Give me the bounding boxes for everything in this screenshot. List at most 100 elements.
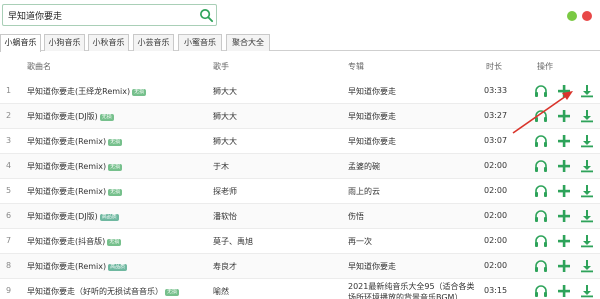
headphones-icon[interactable] [533,108,549,124]
download-icon[interactable] [579,208,595,224]
table-row[interactable]: 8 早知道你要走(Remix) 高品质 寿良才 早知道你要走 02:00 [0,254,600,279]
header-album[interactable]: 专辑 [348,61,364,72]
song-title[interactable]: 早知道你要走(Remix) 高品质 [27,261,128,272]
headphones-icon[interactable] [533,283,549,299]
song-title[interactable]: 早知道你要走（好听的无损试音音乐） 无损 [27,286,180,297]
quality-badge: 无损 [108,164,123,171]
header-duration[interactable]: 时长 [486,61,502,72]
headphones-icon[interactable] [533,133,549,149]
plus-icon[interactable] [556,108,572,124]
song-title-text: 早知道你要走(DJ版) [27,212,98,221]
table-row[interactable]: 4 早知道你要走(Remix) 无损 于木 孟婆的碗 02:00 [0,154,600,179]
headphones-icon[interactable] [533,233,549,249]
song-title-text: 早知道你要走（好听的无损试音音乐） [27,287,163,296]
duration: 03:07 [484,136,508,145]
plus-icon[interactable] [556,158,572,174]
minimize-button[interactable] [567,11,577,21]
plus-icon[interactable] [556,233,572,249]
artist-name[interactable]: 于木 [213,161,229,172]
album-name[interactable]: 伤悟 [348,211,364,222]
headphones-icon[interactable] [533,158,549,174]
row-actions [533,233,595,249]
table-row[interactable]: 9 早知道你要走（好听的无损试音音乐） 无损 喻然 2021最新纯音乐大全95（适合各类… [0,279,600,299]
artist-name[interactable]: 探老师 [213,186,237,197]
row-actions [533,283,595,299]
table-row[interactable]: 3 早知道你要走(Remix) 无损 狮大大 早知道你要走 03:07 [0,129,600,154]
row-number: 5 [6,186,12,195]
headphones-icon[interactable] [533,183,549,199]
duration: 02:00 [484,236,508,245]
table-row[interactable]: 7 早知道你要走(抖音版) 无损 莫子、禹旭 再一次 02:00 [0,229,600,254]
search-icon[interactable] [199,8,214,23]
table-row[interactable]: 5 早知道你要走(Remix) 无损 探老师 雨上的云 02:00 [0,179,600,204]
row-number: 8 [6,261,12,270]
song-list: 1 早知道你要走(王绎龙Remix) 无损 狮大大 早知道你要走 03:33 2 早知道你要走… [0,79,600,299]
close-button[interactable] [582,11,592,21]
tab-xiaomi[interactable]: 小蜜音乐 [178,34,222,51]
download-icon[interactable] [579,133,595,149]
table-row[interactable]: 2 早知道你要走(DJ版) 无损 狮大大 早知道你要走 03:27 [0,104,600,129]
song-title[interactable]: 早知道你要走(抖音版) 无损 [27,236,122,247]
source-tabs: 小蜗音乐 小狗音乐 小秋音乐 小芸音乐 小蜜音乐 聚合大全 [0,34,600,52]
headphones-icon[interactable] [533,258,549,274]
header-artist[interactable]: 歌手 [213,61,229,72]
artist-name[interactable]: 狮大大 [213,136,237,147]
song-title-text: 早知道你要走(DJ版) [27,112,98,121]
album-name[interactable]: 再一次 [348,236,372,247]
row-number: 3 [6,136,12,145]
search-input[interactable]: 早知道你要走 [2,4,217,26]
headphones-icon[interactable] [533,83,549,99]
tab-aggregate[interactable]: 聚合大全 [226,34,270,51]
artist-name[interactable]: 狮大大 [213,111,237,122]
plus-icon[interactable] [556,183,572,199]
download-icon[interactable] [579,108,595,124]
artist-name[interactable]: 莫子、禹旭 [213,236,253,247]
download-icon[interactable] [579,283,595,299]
download-icon[interactable] [579,233,595,249]
download-icon[interactable] [579,183,595,199]
tab-xiaoqiu[interactable]: 小秋音乐 [88,34,129,51]
song-title[interactable]: 早知道你要走(DJ版) 高品质 [27,211,119,222]
duration: 03:27 [484,111,508,120]
song-title[interactable]: 早知道你要走(王绎龙Remix) 无损 [27,86,147,97]
artist-name[interactable]: 狮大大 [213,86,237,97]
album-name[interactable]: 2021最新纯音乐大全95（适合各类场所环境播放的背景音乐BGM） [348,281,478,299]
song-title-text: 早知道你要走(抖音版) [27,237,106,246]
tab-xiaoyun[interactable]: 小芸音乐 [133,34,174,51]
album-name[interactable]: 早知道你要走 [348,136,396,147]
duration: 02:00 [484,186,508,195]
plus-icon[interactable] [556,133,572,149]
quality-badge: 无损 [165,289,180,296]
headphones-icon[interactable] [533,208,549,224]
header-name[interactable]: 歌曲名 [27,61,51,72]
quality-badge: 无损 [108,189,123,196]
song-title[interactable]: 早知道你要走(Remix) 无损 [27,186,123,197]
table-row[interactable]: 1 早知道你要走(王绎龙Remix) 无损 狮大大 早知道你要走 03:33 [0,79,600,104]
album-name[interactable]: 早知道你要走 [348,261,396,272]
song-title-text: 早知道你要走(Remix) [27,162,107,171]
artist-name[interactable]: 喻然 [213,286,229,297]
tab-xiaowo[interactable]: 小蜗音乐 [0,34,41,52]
album-name[interactable]: 早知道你要走 [348,111,396,122]
row-actions [533,183,595,199]
duration: 02:00 [484,211,508,220]
album-name[interactable]: 早知道你要走 [348,86,396,97]
download-icon[interactable] [579,258,595,274]
plus-icon[interactable] [556,208,572,224]
plus-icon[interactable] [556,258,572,274]
tab-xiaogou[interactable]: 小狗音乐 [44,34,85,51]
plus-icon[interactable] [556,283,572,299]
song-title[interactable]: 早知道你要走(DJ版) 无损 [27,111,114,122]
row-actions [533,133,595,149]
artist-name[interactable]: 寿良才 [213,261,237,272]
song-title[interactable]: 早知道你要走(Remix) 无损 [27,136,123,147]
plus-icon[interactable] [556,83,572,99]
artist-name[interactable]: 潘软怡 [213,211,237,222]
download-icon[interactable] [579,158,595,174]
table-row[interactable]: 6 早知道你要走(DJ版) 高品质 潘软怡 伤悟 02:00 [0,204,600,229]
album-name[interactable]: 雨上的云 [348,186,380,197]
download-icon[interactable] [579,83,595,99]
row-number: 2 [6,111,12,120]
album-name[interactable]: 孟婆的碗 [348,161,380,172]
song-title[interactable]: 早知道你要走(Remix) 无损 [27,161,123,172]
